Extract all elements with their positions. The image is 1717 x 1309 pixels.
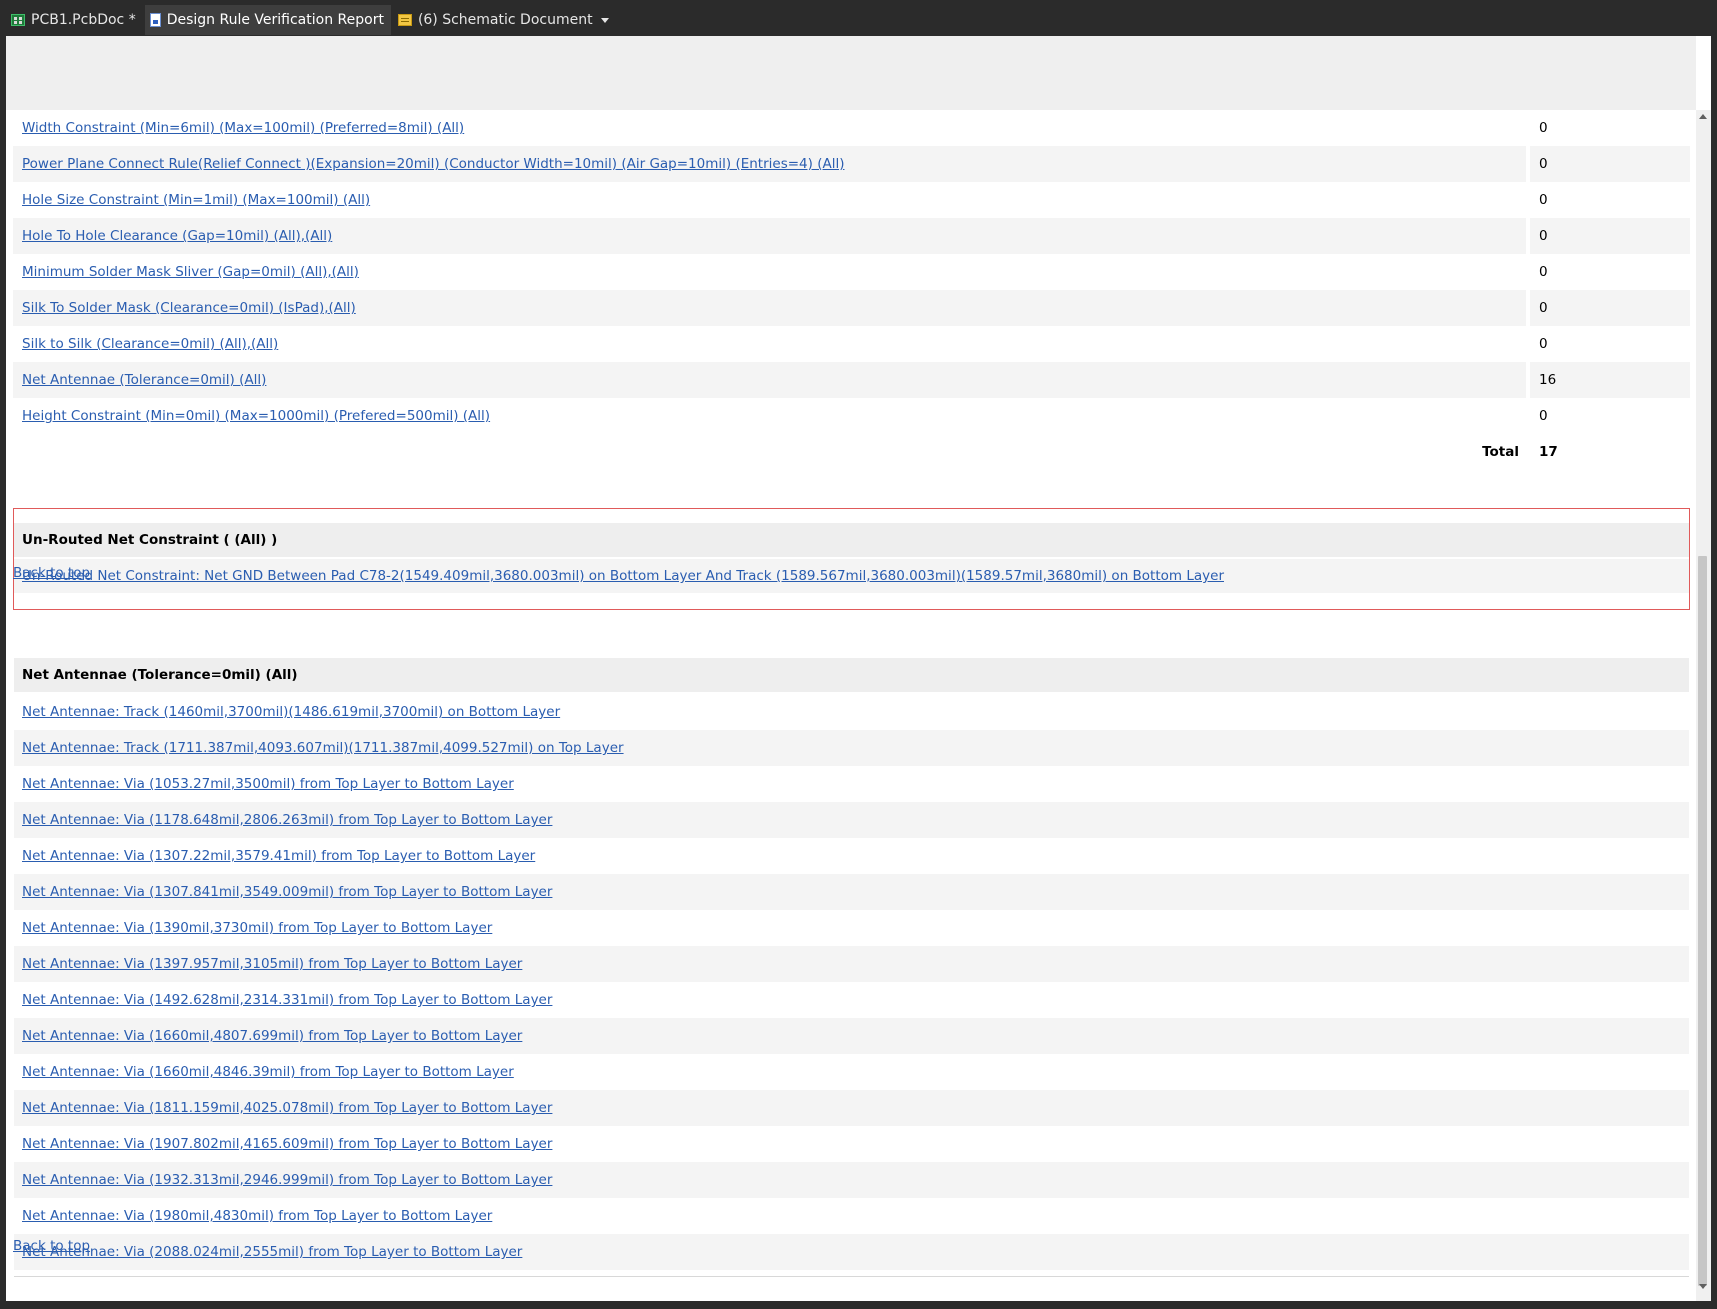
rule-violation-summary-table: Width Constraint (Min=6mil) (Max=100mil)… (13, 110, 1690, 470)
rule-link[interactable]: Width Constraint (Min=6mil) (Max=100mil)… (22, 120, 464, 136)
list-item: Net Antennae: Via (1660mil,4807.699mil) … (14, 1018, 1689, 1054)
document-tab-bar: PCB1.PcbDoc * Design Rule Verification R… (0, 0, 1717, 36)
list-item: Net Antennae: Via (1660mil,4846.39mil) f… (14, 1054, 1689, 1090)
violation-link[interactable]: Net Antennae: Via (1307.22mil,3579.41mil… (22, 848, 535, 864)
violation-count: 0 (1539, 408, 1548, 424)
list-item: Net Antennae: Via (1932.313mil,2946.999m… (14, 1162, 1689, 1198)
net-antennae-section: Net Antennae (Tolerance=0mil) (All) Net … (14, 658, 1689, 1277)
list-item: Net Antennae: Via (1178.648mil,2806.263m… (14, 802, 1689, 838)
back-to-top-link[interactable]: Back to top (13, 565, 90, 581)
unrouted-net-section: Un-Routed Net Constraint ( (All) ) Un-Ro… (13, 508, 1690, 610)
violation-count: 0 (1539, 192, 1548, 208)
violation-count: 16 (1530, 362, 1690, 398)
list-item: Net Antennae: Via (1980mil,4830mil) from… (14, 1198, 1689, 1234)
tab-label: PCB1.PcbDoc * (31, 12, 136, 28)
violation-count: 0 (1539, 264, 1548, 280)
table-row: Height Constraint (Min=0mil) (Max=1000mi… (13, 398, 1690, 434)
rule-link[interactable]: Power Plane Connect Rule(Relief Connect … (22, 156, 844, 172)
list-item: Net Antennae: Via (1307.841mil,3549.009m… (14, 874, 1689, 910)
violation-link[interactable]: Net Antennae: Via (1811.159mil,4025.078m… (22, 1100, 552, 1116)
section-heading: Un-Routed Net Constraint ( (All) ) (14, 523, 1689, 557)
violation-link[interactable]: Net Antennae: Via (1660mil,4846.39mil) f… (22, 1064, 514, 1080)
list-item: Net Antennae: Via (1397.957mil,3105mil) … (14, 946, 1689, 982)
back-to-top-link[interactable]: Back to top (13, 1238, 90, 1254)
list-item: Net Antennae: Via (2088.024mil,2555mil) … (14, 1234, 1689, 1270)
list-item: Net Antennae: Via (1907.802mil,4165.609m… (14, 1126, 1689, 1162)
violation-count: 0 (1530, 218, 1690, 254)
list-item: Un-Routed Net Constraint: Net GND Betwee… (14, 559, 1689, 593)
total-row: Total 17 (13, 434, 1690, 470)
violation-link[interactable]: Net Antennae: Via (1307.841mil,3549.009m… (22, 884, 552, 900)
violation-link[interactable]: Net Antennae: Via (1053.27mil,3500mil) f… (22, 776, 514, 792)
violation-link[interactable]: Net Antennae: Via (2088.024mil,2555mil) … (22, 1244, 522, 1260)
violation-link[interactable]: Un-Routed Net Constraint: Net GND Betwee… (22, 568, 1224, 584)
table-row: Width Constraint (Min=6mil) (Max=100mil)… (13, 110, 1690, 146)
table-row: Power Plane Connect Rule(Relief Connect … (13, 146, 1690, 182)
list-item: Net Antennae: Via (1307.22mil,3579.41mil… (14, 838, 1689, 874)
violation-link[interactable]: Net Antennae: Via (1932.313mil,2946.999m… (22, 1172, 552, 1188)
section-heading: Net Antennae (Tolerance=0mil) (All) (14, 658, 1689, 692)
rule-link[interactable]: Net Antennae (Tolerance=0mil) (All) (22, 372, 266, 388)
rule-link[interactable]: Hole To Hole Clearance (Gap=10mil) (All)… (22, 228, 332, 244)
violation-link[interactable]: Net Antennae: Via (1980mil,4830mil) from… (22, 1208, 492, 1224)
chevron-down-icon[interactable] (600, 17, 609, 23)
report-viewer: Width Constraint (Min=6mil) (Max=100mil)… (6, 36, 1711, 1301)
violation-link[interactable]: Net Antennae: Via (1492.628mil,2314.331m… (22, 992, 552, 1008)
violation-link[interactable]: Net Antennae: Track (1460mil,3700mil)(14… (22, 704, 560, 720)
rule-link[interactable]: Silk to Silk (Clearance=0mil) (All),(All… (22, 336, 278, 352)
schematic-doc-icon (397, 14, 412, 26)
rule-link[interactable]: Height Constraint (Min=0mil) (Max=1000mi… (22, 408, 490, 424)
violation-count: 0 (1530, 146, 1690, 182)
violation-link[interactable]: Net Antennae: Via (1397.957mil,3105mil) … (22, 956, 522, 972)
tab-design-rule-verification-report[interactable]: Design Rule Verification Report (144, 5, 391, 35)
list-item: Net Antennae: Track (1460mil,3700mil)(14… (14, 694, 1689, 730)
table-row: Silk To Solder Mask (Clearance=0mil) (Is… (13, 290, 1690, 326)
rule-link[interactable]: Hole Size Constraint (Min=1mil) (Max=100… (22, 192, 370, 208)
violation-link[interactable]: Net Antennae: Via (1178.648mil,2806.263m… (22, 812, 552, 828)
report-icon (149, 13, 161, 27)
tab-label: (6) Schematic Document (417, 12, 593, 28)
violation-link[interactable]: Net Antennae: Via (1660mil,4807.699mil) … (22, 1028, 522, 1044)
violation-count: 0 (1539, 120, 1548, 136)
list-item: Net Antennae: Via (1053.27mil,3500mil) f… (14, 766, 1689, 802)
rule-link[interactable]: Silk To Solder Mask (Clearance=0mil) (Is… (22, 300, 356, 316)
tab-pcb1-pcbdoc[interactable]: PCB1.PcbDoc * (6, 5, 143, 35)
table-row: Minimum Solder Mask Sliver (Gap=0mil) (A… (13, 254, 1690, 290)
list-item: Net Antennae: Via (1811.159mil,4025.078m… (14, 1090, 1689, 1126)
list-item: Net Antennae: Track (1711.387mil,4093.60… (14, 730, 1689, 766)
table-row: Net Antennae (Tolerance=0mil) (All) 16 (13, 362, 1690, 398)
scroll-down-arrow-icon[interactable] (1699, 1284, 1707, 1289)
violation-count: 0 (1539, 336, 1548, 352)
scrollbar-thumb[interactable] (1698, 556, 1707, 1286)
tab-schematic-document[interactable]: (6) Schematic Document (393, 5, 616, 35)
table-row: Hole To Hole Clearance (Gap=10mil) (All)… (13, 218, 1690, 254)
divider (14, 1276, 1689, 1277)
tab-label: Design Rule Verification Report (166, 12, 384, 28)
report-header-strip (6, 36, 1696, 110)
total-value: 17 (1539, 444, 1558, 460)
pcb-doc-icon (11, 14, 25, 26)
rule-link[interactable]: Minimum Solder Mask Sliver (Gap=0mil) (A… (22, 264, 359, 280)
table-row: Silk to Silk (Clearance=0mil) (All),(All… (13, 326, 1690, 362)
violation-link[interactable]: Net Antennae: Via (1390mil,3730mil) from… (22, 920, 492, 936)
table-row: Hole Size Constraint (Min=1mil) (Max=100… (13, 182, 1690, 218)
list-item: Net Antennae: Via (1492.628mil,2314.331m… (14, 982, 1689, 1018)
vertical-scrollbar[interactable] (1696, 110, 1711, 1301)
violation-count: 0 (1530, 290, 1690, 326)
list-item: Net Antennae: Via (1390mil,3730mil) from… (14, 910, 1689, 946)
total-label: Total (1482, 444, 1519, 460)
violation-link[interactable]: Net Antennae: Track (1711.387mil,4093.60… (22, 740, 624, 756)
scroll-up-arrow-icon[interactable] (1699, 114, 1707, 119)
violation-link[interactable]: Net Antennae: Via (1907.802mil,4165.609m… (22, 1136, 552, 1152)
